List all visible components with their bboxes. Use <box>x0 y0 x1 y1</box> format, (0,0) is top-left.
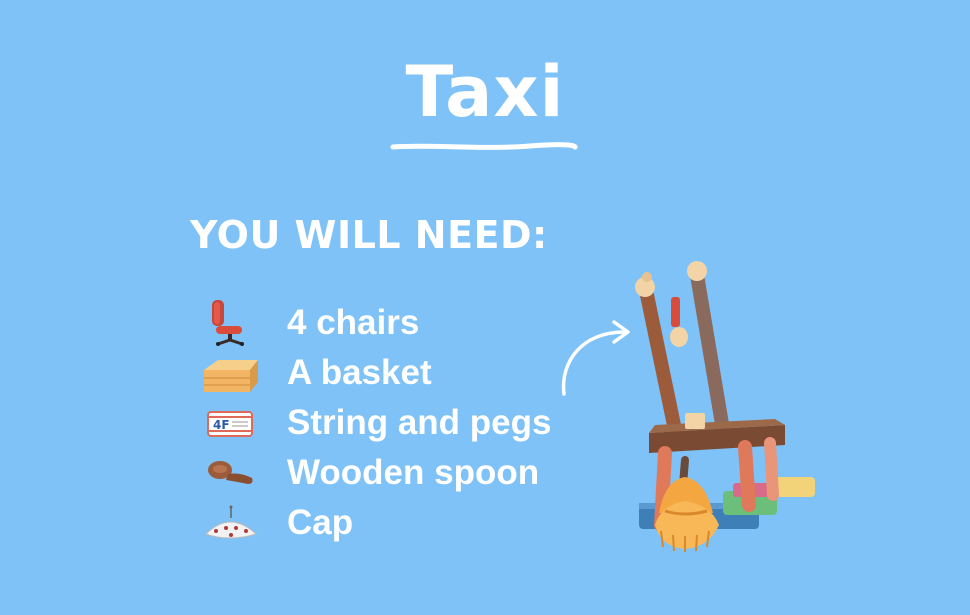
item-label: Cap <box>287 503 354 542</box>
item-label: Wooden spoon <box>287 453 540 492</box>
svg-text:4F: 4F <box>213 418 230 432</box>
pegs-card-icon: 4F <box>207 411 253 437</box>
taxi-props-illustration <box>635 261 815 552</box>
item-label: A basket <box>287 353 432 392</box>
umbrella-cap-icon <box>205 505 257 539</box>
list-item: Wooden spoon <box>200 448 620 498</box>
you-will-need-heading: You will need: <box>190 213 548 257</box>
office-chair-icon <box>212 300 244 346</box>
list-item: Cap <box>200 498 620 548</box>
item-label: String and pegs <box>287 403 552 442</box>
item-label: 4 chairs <box>287 303 420 342</box>
page-title: Taxi <box>405 51 565 133</box>
list-item: 4F String and pegs <box>200 398 620 448</box>
basket-icon <box>204 360 258 392</box>
wooden-spoon-icon <box>208 461 253 484</box>
title-underline <box>390 142 578 150</box>
